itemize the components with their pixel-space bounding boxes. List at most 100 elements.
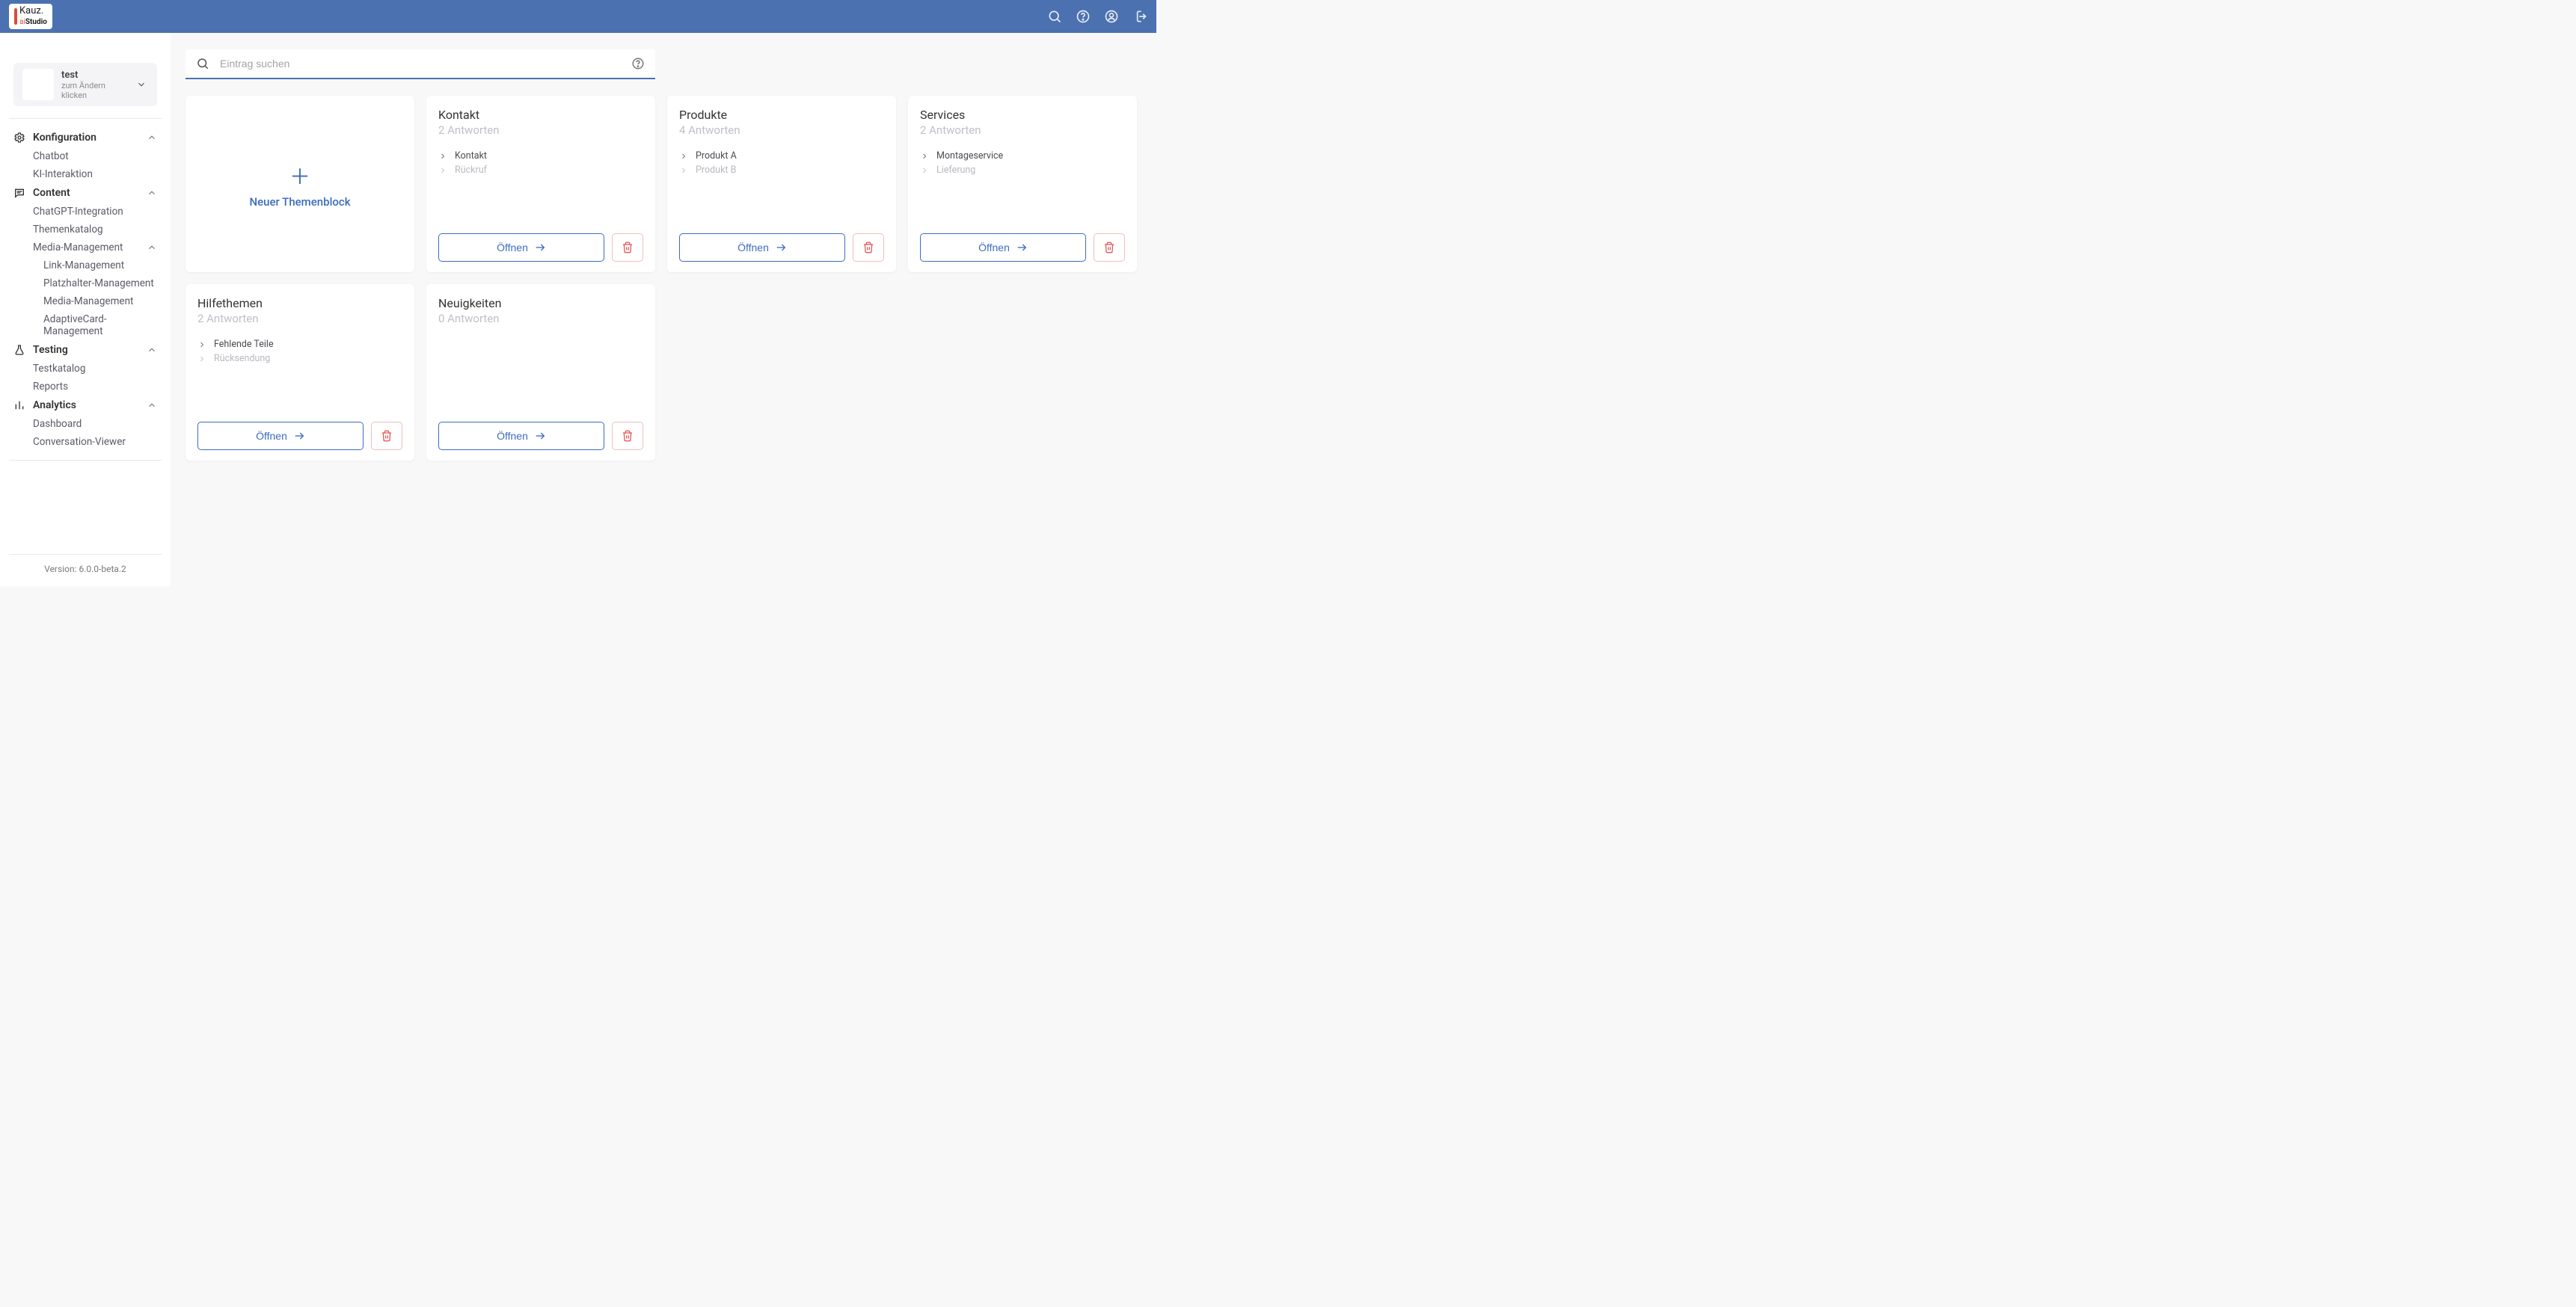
delete-button[interactable] [853,233,884,262]
card-item-list: Montageservice Lieferung [920,149,1125,233]
chevron-right-icon [920,152,929,161]
nav-item-chatgpt-integration[interactable]: ChatGPT-Integration [7,203,163,221]
nav-item-media-management-sub[interactable]: Media-Management [7,292,163,310]
card-item-list [438,337,643,422]
card-item-list: Produkt A Produkt B [679,149,884,233]
open-button[interactable]: Öffnen [920,233,1086,262]
card-title: Services [920,108,1125,122]
logout-icon[interactable] [1132,9,1147,24]
card-list-item[interactable]: Lieferung [920,163,1125,177]
card-list-item-label: Lieferung [936,164,975,176]
card-list-item[interactable]: Montageservice [920,149,1125,163]
open-button-label: Öffnen [978,242,1010,253]
chevron-right-icon [920,166,929,175]
delete-button[interactable] [612,422,643,450]
open-button[interactable]: Öffnen [438,233,604,262]
trash-icon [381,430,393,442]
card-list-item-label: Rückruf [455,164,487,176]
logo-top: Kauz. [19,5,43,16]
delete-button[interactable] [371,422,402,450]
nav-item-themenkatalog[interactable]: Themenkatalog [7,221,163,239]
card-list-item[interactable]: Fehlende Teile [197,337,402,351]
card-item-list: Fehlende Teile Rücksendung [197,337,402,422]
nav-item-adaptivecard-management[interactable]: AdaptiveCard-Management [7,310,163,340]
search-bar[interactable] [185,49,655,79]
card-list-item[interactable]: Produkt B [679,163,884,177]
nav-item-reports[interactable]: Reports [7,378,163,396]
nav-section-label: Content [33,187,147,199]
open-button-label: Öffnen [256,430,287,442]
nav-item-link-management[interactable]: Link-Management [7,256,163,274]
topic-card: Produkte 4 Antworten Produkt A Produkt B… [667,96,896,272]
help-icon[interactable] [631,57,645,70]
app-logo[interactable]: Kauz. aiStudio [9,4,52,28]
arrow-right-icon [534,430,546,442]
nav-item-conversation-viewer[interactable]: Conversation-Viewer [7,433,163,451]
header-actions [1047,9,1147,24]
delete-button[interactable] [1094,233,1125,262]
topic-card: Services 2 Antworten Montageservice Lief… [908,96,1137,272]
chevron-right-icon [679,152,688,161]
flask-icon [13,344,27,356]
project-name: test [61,70,129,81]
card-title: Produkte [679,108,884,122]
nav-section-testing[interactable]: Testing [7,340,163,360]
nav-section-content[interactable]: Content [7,183,163,203]
open-button[interactable]: Öffnen [679,233,845,262]
delete-button[interactable] [612,233,643,262]
card-subtitle: 4 Antworten [679,123,884,137]
card-list-item-label: Produkt A [696,150,737,162]
arrow-right-icon [293,430,305,442]
card-subtitle: 2 Antworten [438,123,643,137]
card-title: Hilfethemen [197,296,402,310]
nav-item-ki-interaktion[interactable]: KI-Interaktion [7,165,163,183]
cards-grid: ＋ Neuer Themenblock Kontakt 2 Antworten … [185,96,1141,461]
chevron-right-icon [438,166,447,175]
new-topic-label: Neuer Themenblock [249,195,350,209]
open-button[interactable]: Öffnen [438,422,604,450]
nav-section-konfiguration[interactable]: Konfiguration [7,128,163,147]
user-icon[interactable] [1104,9,1119,24]
project-selector[interactable]: test zum Ändern klicken [13,63,157,106]
card-list-item[interactable]: Produkt A [679,149,884,163]
nav-item-testkatalog[interactable]: Testkatalog [7,360,163,378]
nav: Konfiguration Chatbot KI-Interaktion Con… [7,123,163,455]
nav-item-platzhalter-management[interactable]: Platzhalter-Management [7,274,163,292]
new-topic-card[interactable]: ＋ Neuer Themenblock [185,96,414,272]
search-icon[interactable] [1047,9,1062,24]
card-list-item[interactable]: Kontakt [438,149,643,163]
nav-section-label: Testing [33,344,147,356]
sidebar-footer: Version: 6.0.0-beta.2 [0,547,171,586]
nav-item-media-management[interactable]: Media-Management [7,239,163,256]
card-subtitle: 2 Antworten [920,123,1125,137]
project-avatar [22,69,54,100]
open-button[interactable]: Öffnen [197,422,364,450]
card-actions: Öffnen [920,233,1125,262]
logo-mark [14,8,17,25]
card-list-item[interactable]: Rücksendung [197,351,402,366]
sidebar: test zum Ändern klicken Konfiguration Ch… [0,33,171,586]
gear-icon [13,132,27,144]
trash-icon [1103,242,1115,253]
chevron-up-icon [147,242,157,253]
card-subtitle: 0 Antworten [438,312,643,325]
chevron-right-icon [197,340,206,349]
help-icon[interactable] [1076,9,1091,24]
search-input[interactable] [220,58,621,70]
plus-icon: ＋ [289,161,310,191]
open-button-label: Öffnen [737,242,769,253]
chevron-up-icon [147,188,157,198]
chevron-right-icon [438,152,447,161]
card-list-item-label: Fehlende Teile [214,339,274,350]
nav-item-label: Media-Management [33,242,147,253]
nav-item-chatbot[interactable]: Chatbot [7,147,163,165]
card-list-item[interactable]: Rückruf [438,163,643,177]
nav-section-analytics[interactable]: Analytics [7,396,163,415]
card-title: Kontakt [438,108,643,122]
chevron-up-icon [147,132,157,143]
open-button-label: Öffnen [497,242,528,253]
arrow-right-icon [1016,242,1028,253]
open-button-label: Öffnen [497,430,528,442]
trash-icon [622,242,634,253]
nav-item-dashboard[interactable]: Dashboard [7,415,163,433]
